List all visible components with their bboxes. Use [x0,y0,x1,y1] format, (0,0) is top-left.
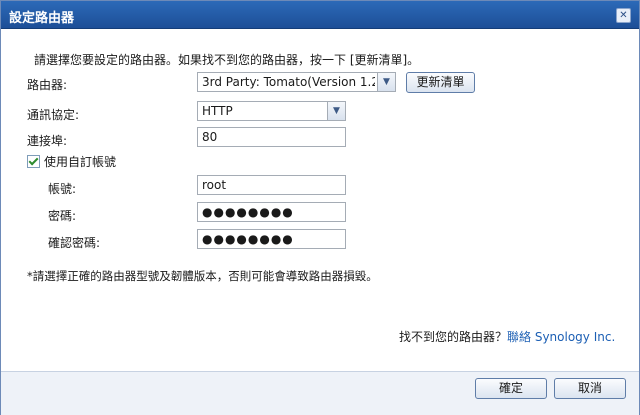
contact-synology-link[interactable]: 聯絡 Synology Inc. [507,330,615,344]
close-icon[interactable]: ✕ [616,8,631,23]
help-text: 找不到您的路由器？ [399,330,508,344]
chevron-down-icon[interactable]: ▼ [377,73,395,91]
dialog-footer: 確定 取消 [1,371,639,415]
port-label: 連接埠: [27,134,68,148]
custom-account-label: 使用自訂帳號 [44,155,117,169]
password-label: 密碼: [48,209,77,223]
confirm-password-field[interactable]: ●●●●●●●● [197,229,346,249]
router-settings-dialog: 設定路由器 ✕ 請選擇您要設定的路由器。如果找不到您的路由器，按一下 [更新清單… [0,0,640,415]
chevron-down-icon[interactable]: ▼ [327,102,345,120]
router-label: 路由器: [27,78,68,92]
titlebar: 設定路由器 ✕ [1,1,639,29]
dialog-title: 設定路由器 [9,11,75,26]
dialog-content: 請選擇您要設定的路由器。如果找不到您的路由器，按一下 [更新清單]。 路由器: … [1,29,639,371]
router-select[interactable]: 3rd Party: Tomato(Version 1.23) ▼ [197,72,396,92]
custom-account-row[interactable]: 使用自訂帳號 [27,153,116,170]
ok-button[interactable]: 確定 [475,378,547,399]
password-field[interactable]: ●●●●●●●● [197,202,346,222]
cancel-button[interactable]: 取消 [554,378,626,399]
custom-account-checkbox[interactable] [27,155,40,168]
protocol-select-value: HTTP [202,104,233,118]
account-label: 帳號: [48,182,77,196]
account-field[interactable]: root [197,175,346,195]
port-field[interactable]: 80 [197,127,346,147]
protocol-select[interactable]: HTTP ▼ [197,101,346,121]
refresh-list-button[interactable]: 更新清單 [406,72,475,93]
warning-text: *請選擇正確的路由器型號及韌體版本，否則可能會導致路由器損毀。 [27,269,378,283]
help-row: 找不到您的路由器？聯絡 Synology Inc. [399,328,615,345]
router-select-value: 3rd Party: Tomato(Version 1.23) [202,75,375,89]
confirm-password-label: 確認密碼: [48,236,101,250]
protocol-label: 通訊協定: [27,108,80,122]
instruction-text: 請選擇您要設定的路由器。如果找不到您的路由器，按一下 [更新清單]。 [34,53,420,67]
